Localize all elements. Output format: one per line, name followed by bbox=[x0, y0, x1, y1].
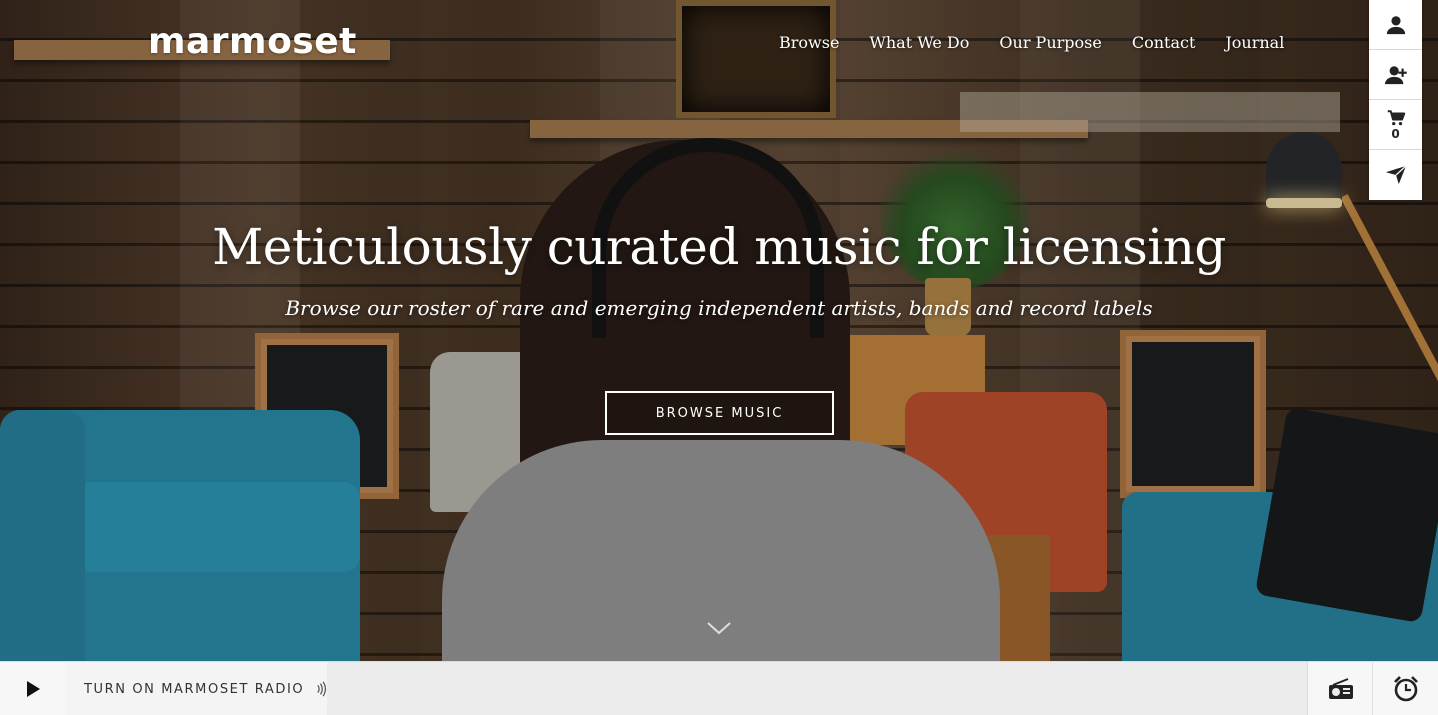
user-icon bbox=[1386, 15, 1405, 34]
turn-on-radio-button[interactable]: TURN ON MARMOSET RADIO bbox=[66, 662, 327, 715]
hero-background-image bbox=[0, 0, 1438, 661]
nav-journal[interactable]: Journal bbox=[1225, 32, 1284, 54]
cart-button[interactable]: 0 bbox=[1369, 100, 1422, 150]
cart-count-badge: 0 bbox=[1391, 126, 1400, 141]
radio-player-bar: TURN ON MARMOSET RADIO bbox=[0, 661, 1438, 715]
play-icon bbox=[27, 681, 40, 697]
send-playlist-button[interactable] bbox=[1369, 150, 1422, 200]
main-nav: Browse What We Do Our Purpose Contact Jo… bbox=[779, 32, 1314, 54]
cart-icon bbox=[1387, 109, 1405, 125]
nav-browse[interactable]: Browse bbox=[779, 32, 839, 54]
hero-subheading: Browse our roster of rare and emerging i… bbox=[285, 296, 1153, 320]
account-toolbar: 0 bbox=[1369, 0, 1422, 200]
sign-up-button[interactable] bbox=[1369, 50, 1422, 100]
radio-timer-button[interactable] bbox=[1372, 662, 1438, 715]
alarm-clock-icon bbox=[1393, 676, 1418, 702]
nav-contact[interactable]: Contact bbox=[1132, 32, 1196, 54]
add-user-icon bbox=[1384, 65, 1407, 84]
play-button[interactable] bbox=[0, 662, 66, 715]
browse-music-button[interactable]: BROWSE MUSIC bbox=[605, 391, 834, 435]
nav-our-purpose[interactable]: Our Purpose bbox=[999, 32, 1101, 54]
nav-what-we-do[interactable]: What We Do bbox=[869, 32, 969, 54]
hero-headline: Meticulously curated music for licensing bbox=[212, 218, 1226, 276]
radio-stations-button[interactable] bbox=[1307, 662, 1373, 715]
marmoset-logo[interactable]: marmoset bbox=[148, 20, 357, 64]
radio-label-text: TURN ON MARMOSET RADIO bbox=[84, 681, 305, 697]
radio-icon bbox=[1328, 678, 1353, 699]
login-button[interactable] bbox=[1369, 0, 1422, 50]
chevron-down-icon[interactable] bbox=[706, 620, 732, 636]
send-icon bbox=[1385, 165, 1407, 185]
radio-waves-icon bbox=[317, 681, 327, 697]
